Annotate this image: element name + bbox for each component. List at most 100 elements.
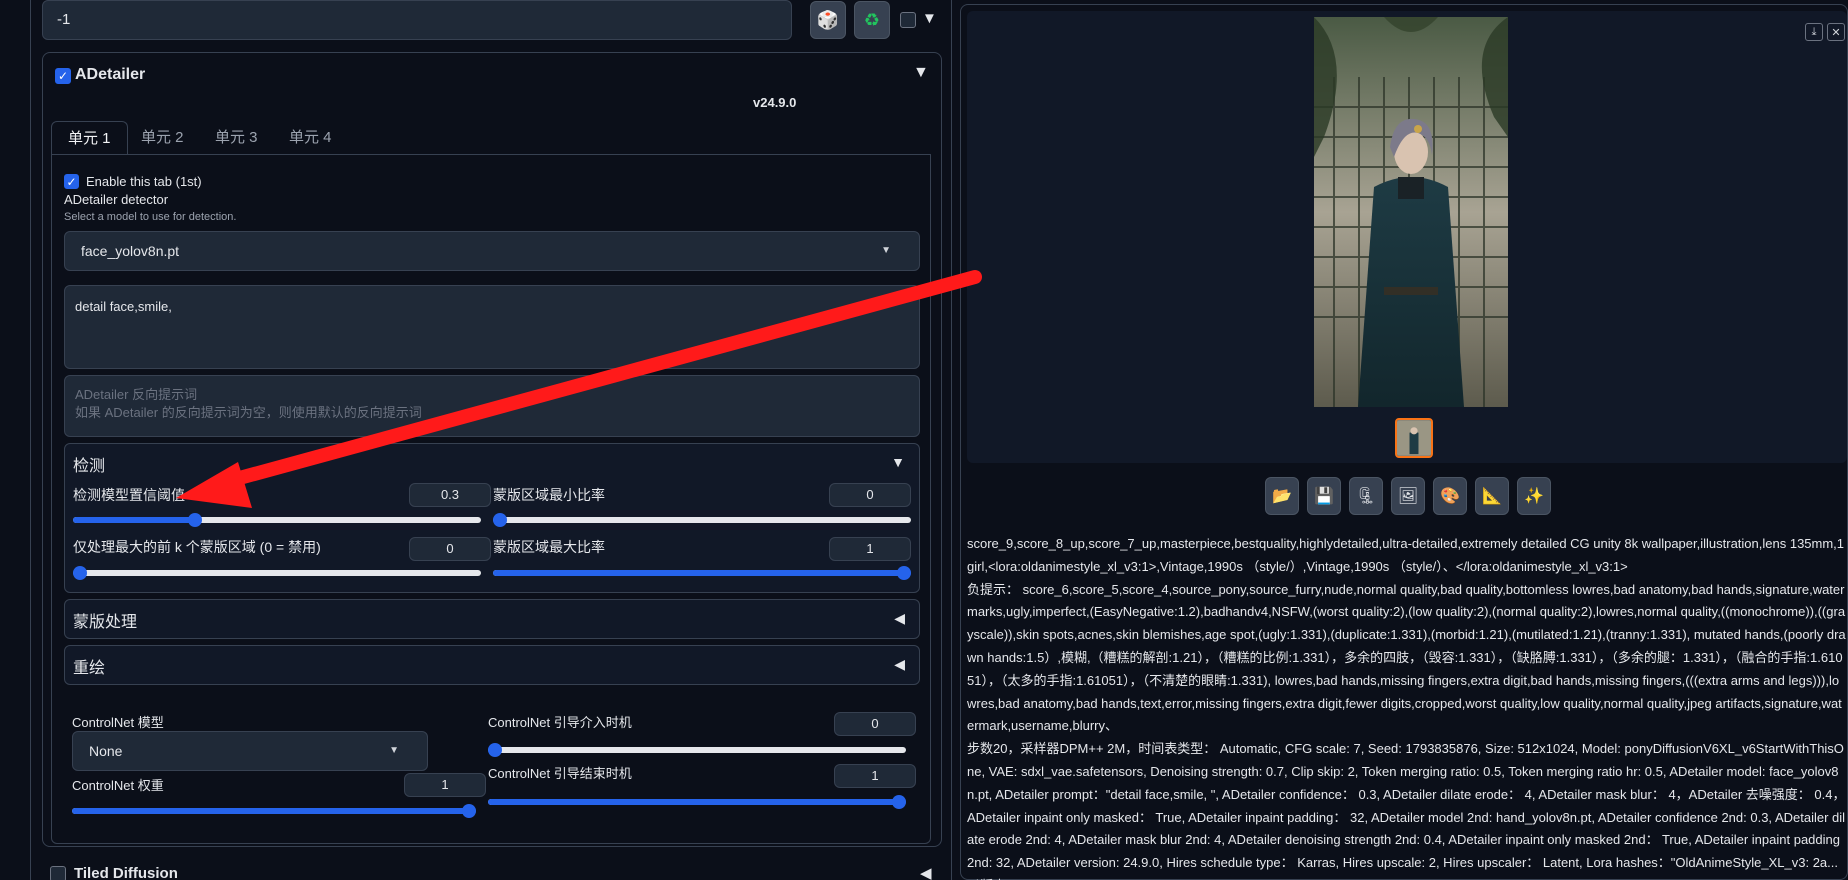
controlnet-end-number[interactable]: 1	[834, 764, 916, 788]
close-icon[interactable]: ✕	[1827, 23, 1845, 41]
controlnet-start-slider-thumb[interactable]	[488, 743, 502, 757]
parameters-text: 步数20，采样器DPM++ 2M，时间表类型： Automatic, CFG s…	[967, 741, 1846, 880]
upscale-button[interactable]: ✨	[1517, 477, 1551, 515]
topk-label: 仅处理最大的前 k 个蒙版区域 (0 = 禁用)	[73, 539, 321, 555]
mask-min-slider[interactable]	[493, 513, 911, 527]
seed-input[interactable]: -1	[42, 0, 792, 40]
controlnet-end-slider[interactable]	[488, 795, 906, 809]
controlnet-weight-slider-fill	[72, 808, 476, 814]
image-gallery: ⤓ ✕	[967, 11, 1847, 463]
image-toolbar: 📂 💾 🗜 🖼 🎨 📐 ✨	[1265, 477, 1595, 517]
mask-min-number[interactable]: 0	[829, 483, 911, 507]
reuse-seed-button[interactable]: ♻	[854, 1, 890, 39]
adetailer-negative-textarea[interactable]: ADetailer 反向提示词 如果 ADetailer 的反向提示词为空，则使…	[64, 375, 920, 437]
send-to-inpaint-button[interactable]: 🎨	[1433, 477, 1467, 515]
controlnet-model-value: None	[89, 743, 123, 759]
mask-min-slider-thumb[interactable]	[493, 513, 507, 527]
mask-max-slider-thumb[interactable]	[897, 566, 911, 580]
open-folder-button[interactable]: 📂	[1265, 477, 1299, 515]
controlnet-end-label: ControlNet 引导结束时机	[488, 766, 632, 781]
mask-max-number[interactable]: 1	[829, 537, 911, 561]
generated-image[interactable]	[1314, 17, 1508, 407]
extra-seed-checkbox[interactable]	[900, 12, 916, 28]
confidence-number[interactable]: 0.3	[409, 483, 491, 507]
enable-tab-checkbox[interactable]: ✓	[64, 174, 79, 189]
tiled-diffusion-label[interactable]: Tiled Diffusion	[74, 865, 178, 880]
palette-icon: 🎨	[1440, 488, 1460, 505]
send-to-img2img-button[interactable]: 🖼	[1391, 477, 1425, 515]
save-button[interactable]: 💾	[1307, 477, 1341, 515]
mask-max-slider[interactable]	[493, 566, 911, 580]
zip-icon: 🗜	[1355, 488, 1377, 505]
negative-placeholder-line1: ADetailer 反向提示词	[75, 387, 198, 402]
random-seed-button[interactable]: 🎲	[810, 1, 846, 39]
controlnet-model-label: ControlNet 模型	[72, 715, 164, 730]
mask-processing-title: 蒙版处理	[73, 614, 138, 631]
confidence-slider-thumb[interactable]	[188, 513, 203, 527]
generation-info: score_9,score_8_up,score_7_up,masterpiec…	[967, 533, 1847, 880]
inpaint-accordion[interactable]: 重绘 ◀	[64, 645, 920, 685]
chevron-down-icon[interactable]: ▼	[922, 10, 937, 27]
controlnet-end-slider-fill	[488, 799, 906, 805]
mask-max-slider-fill	[493, 570, 911, 576]
enable-tab-label[interactable]: Enable this tab (1st)	[86, 174, 202, 189]
controlnet-weight-slider[interactable]	[72, 804, 476, 818]
topk-number[interactable]: 0	[409, 537, 491, 561]
send-to-extras-button[interactable]: 📐	[1475, 477, 1509, 515]
tab-unit-4[interactable]: 单元 4	[273, 121, 348, 155]
detection-accordion: 检测 ▼ 检测模型置信阈值 0.3 蒙版区域最小比率 0 仅处理最大的前 k 个…	[64, 443, 920, 593]
confidence-slider[interactable]	[73, 513, 481, 527]
left-settings-column: -1 🎲 ♻ ▼ ✓ ADetailer ▼ v24.9.0 单元 1 单元 2…	[30, 0, 952, 880]
topk-slider[interactable]	[73, 566, 481, 580]
dice-icon: 🎲	[816, 9, 840, 30]
detector-model-select[interactable]: face_yolov8n.pt ▼	[64, 231, 920, 271]
controlnet-start-slider[interactable]	[488, 743, 906, 757]
unit-1-body: ✓ Enable this tab (1st) ADetailer detect…	[51, 154, 931, 844]
tiled-diffusion-expand-icon[interactable]: ◀	[920, 864, 932, 880]
tab-unit-2[interactable]: 单元 2	[125, 121, 200, 155]
adetailer-title[interactable]: ADetailer	[75, 66, 145, 84]
tiled-diffusion-checkbox[interactable]	[50, 866, 66, 880]
detection-title[interactable]: 检测	[73, 452, 105, 476]
inpaint-title: 重绘	[73, 660, 106, 677]
sparkle-icon: ✨	[1524, 488, 1544, 505]
mask-processing-accordion[interactable]: 蒙版处理 ◀	[64, 599, 920, 639]
mask-processing-expand-icon: ◀	[894, 610, 905, 626]
detector-label: ADetailer detector	[64, 192, 169, 207]
adetailer-prompt-textarea[interactable]: detail face,smile,	[64, 285, 920, 369]
detection-collapse-icon[interactable]: ▼	[891, 454, 905, 470]
controlnet-model-select[interactable]: None ▼	[72, 731, 428, 771]
recycle-icon: ♻	[863, 9, 881, 30]
save-icon: 💾	[1314, 488, 1334, 505]
controlnet-weight-label: ControlNet 权重	[72, 778, 164, 793]
image-icon: 🖼	[1397, 488, 1419, 505]
tab-unit-1[interactable]: 单元 1	[51, 121, 128, 155]
tab-unit-3[interactable]: 单元 3	[199, 121, 274, 155]
adetailer-collapse-icon[interactable]: ▼	[913, 64, 929, 82]
detector-model-value: face_yolov8n.pt	[81, 243, 180, 259]
folder-icon: 📂	[1272, 488, 1292, 505]
controlnet-start-number[interactable]: 0	[834, 712, 916, 736]
inpaint-expand-icon: ◀	[894, 656, 905, 672]
adetailer-version: v24.9.0	[753, 95, 797, 110]
controlnet-weight-slider-thumb[interactable]	[462, 804, 476, 818]
app-root: -1 🎲 ♻ ▼ ✓ ADetailer ▼ v24.9.0 单元 1 单元 2…	[0, 0, 1848, 880]
adetailer-prompt-text: detail face,smile,	[75, 299, 172, 314]
select-caret-icon: ▼	[389, 745, 399, 756]
download-icon[interactable]: ⤓	[1805, 23, 1823, 41]
gallery-thumbnail[interactable]	[1395, 418, 1433, 458]
controlnet-weight-number[interactable]: 1	[404, 773, 486, 797]
controlnet-start-label: ControlNet 引导介入时机	[488, 715, 632, 730]
select-caret-icon: ▼	[881, 245, 891, 256]
mask-min-label: 蒙版区域最小比率	[493, 487, 605, 503]
seed-row: -1 🎲 ♻ ▼	[42, 0, 942, 42]
zip-button[interactable]: 🗜	[1349, 477, 1383, 515]
adetailer-enable-checkbox[interactable]: ✓	[55, 68, 71, 84]
confidence-slider-fill	[73, 517, 196, 523]
ruler-icon: 📐	[1482, 488, 1502, 505]
topk-slider-thumb[interactable]	[73, 566, 87, 580]
confidence-label: 检测模型置信阈值	[73, 487, 185, 503]
adetailer-panel: ✓ ADetailer ▼ v24.9.0 单元 1 单元 2 单元 3 单元 …	[42, 52, 942, 847]
controlnet-end-slider-thumb[interactable]	[892, 795, 906, 809]
negative-placeholder-line2: 如果 ADetailer 的反向提示词为空，则使用默认的反向提示词	[75, 405, 422, 420]
